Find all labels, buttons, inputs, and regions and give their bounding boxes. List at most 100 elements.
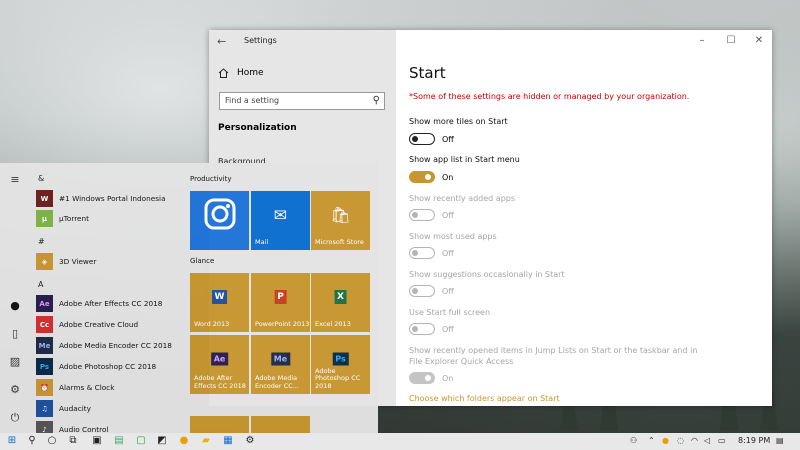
mail-tile[interactable]: ✉ Mail <box>251 191 310 250</box>
portal-icon: W <box>36 190 53 207</box>
toggle-app-list[interactable] <box>409 171 435 183</box>
list-item[interactable]: ♫ Audacity <box>36 400 91 417</box>
list-item[interactable]: Ps Adobe Photoshop CC 2018 <box>36 358 156 375</box>
toggle-more-tiles[interactable] <box>409 133 435 145</box>
home-icon <box>218 68 229 78</box>
toggle-state: Off <box>442 249 454 258</box>
option-label: Show app list in Start menu <box>409 155 520 164</box>
group-header[interactable]: # <box>38 237 45 246</box>
windows-start-icon[interactable]: ⊞ <box>5 435 19 448</box>
store-tile[interactable]: 🛍 Microsoft Store <box>311 191 370 250</box>
user-avatar-icon[interactable]: ● <box>8 299 22 312</box>
after-effects-tile[interactable]: Ae Adobe After Effects CC 2018 <box>190 335 249 394</box>
app-name: Alarms & Clock <box>59 383 115 392</box>
powerpoint-icon: P <box>274 289 287 304</box>
list-item[interactable]: µ µTorrent <box>36 210 89 227</box>
3d-viewer-icon: ◈ <box>36 253 53 270</box>
search-icon: ⚲ <box>372 95 380 106</box>
tile-label: PowerPoint 2013 <box>255 320 310 329</box>
app-icon[interactable]: ▣ <box>90 435 104 448</box>
app-icon[interactable]: ▦ <box>221 435 235 448</box>
instagram-tile[interactable] <box>190 191 249 250</box>
tile[interactable] <box>251 416 310 433</box>
taskbar: ⊞ ⚲ ○ ⧉ ▣ ▤ ▢ ◩ ● ▰ ▦ ⚙ ⚇ ⌃ ● ◌ ◠ ◁ ▭ 8:… <box>0 433 800 450</box>
app-list: & W #1 Windows Portal Indonesia µ µTorre… <box>30 163 180 438</box>
keyboard-icon[interactable]: ▭ <box>718 436 726 445</box>
list-item[interactable]: W #1 Windows Portal Indonesia <box>36 190 166 207</box>
powerpoint-tile[interactable]: P PowerPoint 2013 <box>251 273 310 332</box>
cortana-icon[interactable]: ○ <box>45 435 59 448</box>
mail-icon: ✉ <box>273 205 288 225</box>
start-rail: ≡ ● ▯ ▨ ⚙ ⏻ <box>0 163 30 433</box>
store-bag-icon: 🛍 <box>330 205 351 225</box>
app-name: #1 Windows Portal Indonesia <box>59 194 166 203</box>
app-icon[interactable]: ▤ <box>112 435 126 448</box>
list-item[interactable]: Cc Adobe Creative Cloud <box>36 316 138 333</box>
toggle-state: Off <box>442 135 454 144</box>
tray-chevron-icon[interactable]: ⌃ <box>648 436 655 445</box>
toggle-knob <box>412 136 418 142</box>
tile-group-productivity[interactable]: Productivity <box>190 175 232 183</box>
task-view-icon[interactable]: ⧉ <box>66 435 80 448</box>
photoshop-tile[interactable]: Ps Adobe Photoshop CC 2018 <box>311 335 370 394</box>
photoshop-icon: Ps <box>332 352 349 366</box>
close-button[interactable]: ✕ <box>752 35 766 46</box>
browser-icon[interactable]: ● <box>177 435 191 448</box>
list-item[interactable]: ◈ 3D Viewer <box>36 253 96 270</box>
tile-label: Adobe Photoshop CC 2018 <box>315 366 361 391</box>
tile[interactable] <box>190 416 249 433</box>
action-center-icon[interactable]: ▤ <box>776 436 784 445</box>
list-item[interactable]: Me Adobe Media Encoder CC 2018 <box>36 337 172 354</box>
window-title: Settings <box>244 36 277 45</box>
group-header[interactable]: & <box>38 174 44 183</box>
back-arrow-icon[interactable]: ← <box>217 35 226 48</box>
people-icon[interactable]: ⚇ <box>630 436 637 445</box>
file-explorer-icon[interactable]: ▰ <box>199 435 213 448</box>
page-title: Start <box>409 64 446 82</box>
list-item[interactable]: ⏰ Alarms & Clock <box>36 379 114 396</box>
network-icon[interactable]: ◌ <box>677 436 684 445</box>
wifi-icon[interactable]: ◠ <box>691 436 698 445</box>
minimize-button[interactable]: – <box>695 35 709 46</box>
clock[interactable]: 8:19 PM <box>738 436 770 445</box>
tray-app-icon[interactable]: ● <box>662 436 669 445</box>
list-item[interactable]: Ae Adobe After Effects CC 2018 <box>36 295 162 312</box>
choose-folders-link[interactable]: Choose which folders appear on Start <box>409 394 560 403</box>
hamburger-menu-icon[interactable]: ≡ <box>8 173 22 186</box>
documents-icon[interactable]: ▯ <box>8 327 22 340</box>
word-icon: W <box>211 289 228 304</box>
excel-tile[interactable]: X Excel 2013 <box>311 273 370 332</box>
media-encoder-tile[interactable]: Me Adobe Media Encoder CC... <box>251 335 310 394</box>
maximize-button[interactable]: ☐ <box>724 35 738 46</box>
word-tile[interactable]: W Word 2013 <box>190 273 249 332</box>
search-icon[interactable]: ⚲ <box>25 435 39 448</box>
group-header[interactable]: A <box>38 280 43 289</box>
nav-home[interactable]: Home <box>218 68 264 78</box>
find-setting-input[interactable]: Find a setting ⚲ <box>219 92 385 110</box>
option-label: Show most used apps <box>409 232 497 241</box>
toggle-knob <box>425 375 431 381</box>
alarm-clock-icon: ⏰ <box>36 379 53 396</box>
toggle-recently-added <box>409 209 435 221</box>
settings-gear-icon[interactable]: ⚙ <box>8 383 22 396</box>
pictures-icon[interactable]: ▨ <box>8 355 22 368</box>
toggle-jump-lists <box>409 372 435 384</box>
volume-icon[interactable]: ◁ <box>704 436 710 445</box>
power-icon[interactable]: ⏻ <box>8 411 22 425</box>
chat-app-icon[interactable]: ▢ <box>134 435 148 448</box>
settings-gear-icon[interactable]: ⚙ <box>243 435 257 448</box>
section-heading: Personalization <box>218 123 297 133</box>
audacity-icon: ♫ <box>36 400 53 417</box>
toggle-knob <box>412 212 418 218</box>
toggle-knob <box>425 174 431 180</box>
toggle-state: Off <box>442 325 454 334</box>
after-effects-icon: Ae <box>36 295 53 312</box>
app-icon[interactable]: ◩ <box>155 435 169 448</box>
toggle-most-used <box>409 247 435 259</box>
media-encoder-icon: Me <box>36 337 53 354</box>
toggle-suggestions <box>409 285 435 297</box>
tile-label: Adobe Media Encoder CC... <box>255 374 299 391</box>
tile-group-glance[interactable]: Glance <box>190 257 214 265</box>
home-label: Home <box>237 68 264 78</box>
tile-label: Microsoft Store <box>315 238 364 247</box>
